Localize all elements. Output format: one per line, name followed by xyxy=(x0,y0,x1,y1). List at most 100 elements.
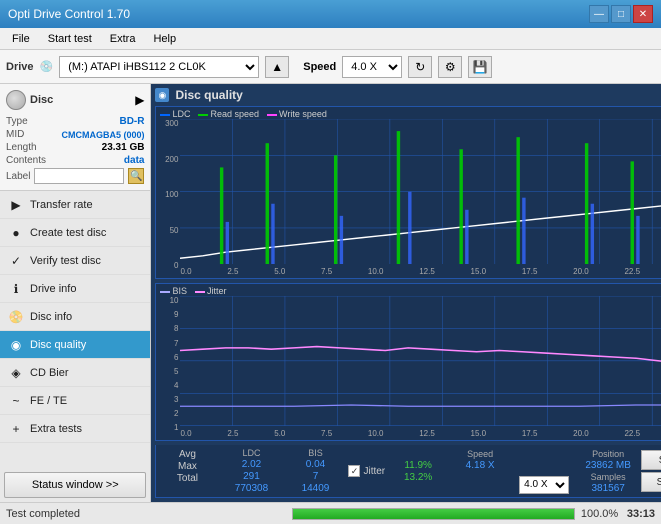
nav-drive-info-label: Drive info xyxy=(30,283,76,295)
maximize-button[interactable]: □ xyxy=(611,5,631,23)
avg-bis: 0.04 xyxy=(290,459,340,470)
disc-label-button[interactable]: 🔍 xyxy=(128,168,144,184)
disc-label-input[interactable] xyxy=(34,168,124,184)
config-button[interactable]: ⚙ xyxy=(438,56,462,78)
disc-type-label: Type xyxy=(6,116,28,127)
bis-col: BIS 0.04 7 14409 xyxy=(290,448,340,494)
disc-section-title: Disc xyxy=(30,94,53,106)
disc-arrow-icon[interactable]: ▶ xyxy=(135,93,144,107)
bottom-chart-legend: BIS Jitter xyxy=(160,286,226,296)
sidebar-item-fe-te[interactable]: ~ FE / TE xyxy=(0,387,150,415)
sidebar-item-disc-quality[interactable]: ◉ Disc quality xyxy=(0,331,150,359)
sidebar-item-verify-test-disc[interactable]: ✓ Verify test disc xyxy=(0,247,150,275)
status-window-button[interactable]: Status window >> xyxy=(4,472,146,498)
max-label: Max xyxy=(162,461,212,472)
sidebar-item-transfer-rate[interactable]: ▶ Transfer rate xyxy=(0,191,150,219)
drive-select[interactable]: (M:) ATAPI iHBS112 2 CL0K xyxy=(59,56,259,78)
samples-value: 381567 xyxy=(583,483,633,494)
menu-start-test[interactable]: Start test xyxy=(40,31,100,47)
top-chart: LDC Read speed Write speed 300 200 100 5… xyxy=(155,106,661,279)
position-value: 23862 MB xyxy=(583,460,633,471)
disc-label-label: Label xyxy=(6,171,30,182)
nav-disc-quality-label: Disc quality xyxy=(30,339,86,351)
eject-button[interactable]: ▲ xyxy=(265,56,289,78)
menu-bar: File Start test Extra Help xyxy=(0,28,661,50)
max-bis: 7 xyxy=(290,471,340,482)
ldc-bis-stats: Avg Max Total LDC 2.02 291 770308 BIS 0.… xyxy=(162,448,340,494)
minimize-button[interactable]: — xyxy=(589,5,609,23)
nav-disc-info-label: Disc info xyxy=(30,311,72,323)
speed-label: Speed xyxy=(303,61,336,73)
extra-tests-icon: + xyxy=(8,421,24,437)
menu-help[interactable]: Help xyxy=(145,31,184,47)
chart-container: LDC Read speed Write speed 300 200 100 5… xyxy=(155,106,661,498)
speed-value: 4.18 X xyxy=(455,460,505,471)
bottom-chart-x-labels: 0.0 2.5 5.0 7.5 10.0 12.5 15.0 17.5 20.0… xyxy=(180,429,661,438)
disc-contents-value: data xyxy=(124,155,145,166)
progress-label: 100.0% xyxy=(581,508,621,520)
title-bar: Opti Drive Control 1.70 — □ ✕ xyxy=(0,0,661,28)
menu-extra[interactable]: Extra xyxy=(102,31,144,47)
disc-mid-label: MID xyxy=(6,129,24,140)
speed-pos-stats: Speed 4.18 X 4.0 X Position 23862 MB Sam… xyxy=(455,449,633,494)
nav-cd-bier-label: CD Bier xyxy=(30,367,69,379)
content-area: ◉ Disc quality LDC Read speed Write spee… xyxy=(151,84,661,502)
speed-select-stats[interactable]: 4.0 X xyxy=(519,476,569,494)
bottom-chart-svg xyxy=(180,296,661,426)
nav-items: ▶ Transfer rate ● Create test disc ✓ Ver… xyxy=(0,191,150,468)
sidebar-item-drive-info[interactable]: ℹ Drive info xyxy=(0,275,150,303)
toolbar: Drive 💿 (M:) ATAPI iHBS112 2 CL0K ▲ Spee… xyxy=(0,50,661,84)
max-jitter: 13.2% xyxy=(393,472,443,483)
bottom-chart: BIS Jitter 10 9 8 7 6 5 4 3 2 1 xyxy=(155,283,661,441)
disc-panel: Disc ▶ Type BD-R MID CMCMAGBA5 (000) Len… xyxy=(0,84,150,191)
disc-length-value: 23.31 GB xyxy=(102,142,145,153)
menu-file[interactable]: File xyxy=(4,31,38,47)
save-button[interactable]: 💾 xyxy=(468,56,492,78)
speed-col: Speed 4.18 X xyxy=(455,449,505,494)
start-full-button[interactable]: Start full xyxy=(641,450,661,470)
disc-info-icon: 📀 xyxy=(8,309,24,325)
window-controls: — □ ✕ xyxy=(589,5,653,23)
sidebar-item-cd-bier[interactable]: ◈ CD Bier xyxy=(0,359,150,387)
progress-bar-fill xyxy=(293,509,573,519)
progress-bar xyxy=(292,508,574,520)
create-test-disc-icon: ● xyxy=(8,225,24,241)
jitter-check: ✓ Jitter xyxy=(348,465,385,477)
max-ldc: 291 xyxy=(226,471,276,482)
disc-type-value: BD-R xyxy=(119,116,144,127)
content-header: ◉ Disc quality xyxy=(155,88,661,102)
avg-jitter: 11.9% xyxy=(393,460,443,471)
main-area: Disc ▶ Type BD-R MID CMCMAGBA5 (000) Len… xyxy=(0,84,661,502)
drive-info-icon: ℹ xyxy=(8,281,24,297)
row-labels-col: Avg Max Total xyxy=(162,448,212,494)
nav-create-test-label: Create test disc xyxy=(30,227,106,239)
action-buttons: Start full Start part xyxy=(641,450,661,492)
start-part-button[interactable]: Start part xyxy=(641,472,661,492)
time-display: 33:13 xyxy=(627,508,655,520)
avg-ldc: 2.02 xyxy=(226,459,276,470)
bottom-chart-y-left: 10 9 8 7 6 5 4 3 2 1 xyxy=(156,296,178,432)
refresh-button[interactable]: ↻ xyxy=(408,56,432,78)
jitter-stats: 11.9% 13.2% xyxy=(393,459,443,483)
sidebar-item-disc-info[interactable]: 📀 Disc info xyxy=(0,303,150,331)
sidebar-item-extra-tests[interactable]: + Extra tests xyxy=(0,415,150,443)
cd-bier-icon: ◈ xyxy=(8,365,24,381)
content-title-icon: ◉ xyxy=(155,88,169,102)
top-chart-y-left: 300 200 100 50 0 xyxy=(156,119,178,270)
nav-verify-test-label: Verify test disc xyxy=(30,255,101,267)
total-bis: 14409 xyxy=(290,483,340,494)
sidebar: Disc ▶ Type BD-R MID CMCMAGBA5 (000) Len… xyxy=(0,84,151,502)
total-label: Total xyxy=(162,473,212,484)
disc-contents-label: Contents xyxy=(6,155,46,166)
jitter-label: Jitter xyxy=(363,466,385,477)
jitter-col: 11.9% 13.2% xyxy=(393,459,443,483)
speed-select[interactable]: 4.0 X xyxy=(342,56,402,78)
sidebar-item-create-test-disc[interactable]: ● Create test disc xyxy=(0,219,150,247)
close-button[interactable]: ✕ xyxy=(633,5,653,23)
jitter-checkbox[interactable]: ✓ xyxy=(348,465,360,477)
avg-label: Avg xyxy=(162,449,212,460)
fe-te-icon: ~ xyxy=(8,393,24,409)
disc-icon xyxy=(6,90,26,110)
nav-transfer-rate-label: Transfer rate xyxy=(30,199,93,211)
disc-quality-icon: ◉ xyxy=(8,337,24,353)
